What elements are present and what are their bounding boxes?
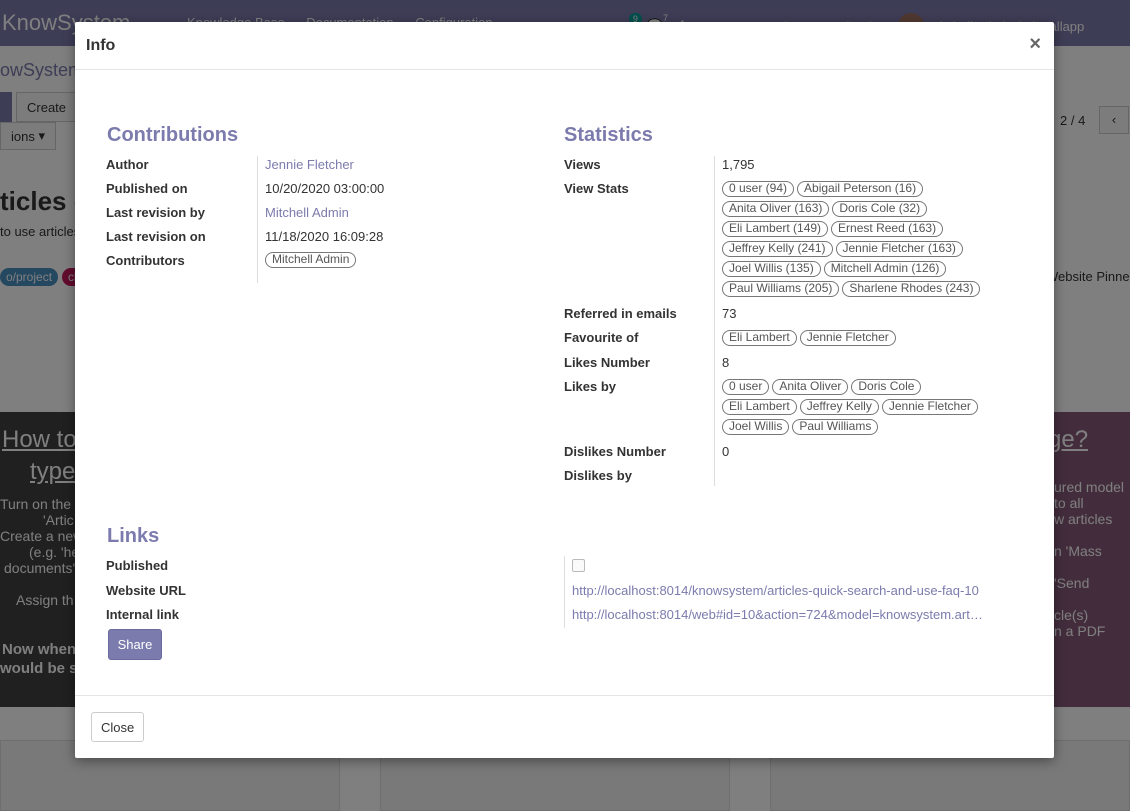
like-tag[interactable]: Anita Oliver bbox=[772, 379, 849, 395]
divider bbox=[714, 156, 715, 486]
view-stats-label: View Stats bbox=[564, 181, 629, 196]
published-on-label: Published on bbox=[106, 181, 188, 196]
last-revision-by-link[interactable]: Mitchell Admin bbox=[265, 205, 349, 220]
view-stats-tags: 0 user (94) Abigail Peterson (16) Anita … bbox=[722, 181, 992, 301]
published-on-value: 10/20/2020 03:00:00 bbox=[265, 181, 385, 196]
like-tag[interactable]: Eli Lambert bbox=[722, 399, 797, 415]
author-link[interactable]: Jennie Fletcher bbox=[265, 157, 354, 172]
referred-value: 73 bbox=[722, 306, 737, 321]
dialog-title: Info bbox=[86, 37, 116, 54]
dislikes-number-label: Dislikes Number bbox=[564, 444, 666, 459]
favourite-tag[interactable]: Eli Lambert bbox=[722, 330, 797, 346]
like-tag[interactable]: Joel Willis bbox=[722, 419, 790, 435]
close-button[interactable]: Close bbox=[91, 712, 145, 742]
links-heading: Links bbox=[107, 525, 160, 547]
published-label: Published bbox=[106, 558, 169, 573]
likes-number-label: Likes Number bbox=[564, 355, 650, 370]
dialog-footer: Close bbox=[75, 695, 1054, 758]
last-revision-on-label: Last revision on bbox=[106, 229, 206, 244]
statistics-heading: Statistics bbox=[564, 124, 653, 146]
website-url-label: Website URL bbox=[106, 583, 186, 598]
internal-link-label: Internal link bbox=[106, 607, 179, 622]
close-icon[interactable]: × bbox=[1029, 33, 1041, 56]
view-stat-tag[interactable]: Joel Willis (135) bbox=[722, 261, 821, 277]
like-tag[interactable]: Doris Cole bbox=[851, 379, 922, 395]
likes-number-value: 8 bbox=[722, 355, 730, 370]
contributors-label: Contributors bbox=[106, 253, 185, 268]
view-stat-tag[interactable]: Mitchell Admin (126) bbox=[823, 261, 947, 277]
info-dialog: Info × Contributions Author Jennie Fletc… bbox=[75, 22, 1054, 758]
last-revision-by-label: Last revision by bbox=[106, 205, 205, 220]
author-label: Author bbox=[106, 157, 149, 172]
view-stat-tag[interactable]: Abigail Peterson (16) bbox=[797, 181, 924, 197]
view-stat-tag[interactable]: Sharlene Rhodes (243) bbox=[842, 281, 981, 297]
website-url-link[interactable]: http://localhost:8014/knowsystem/article… bbox=[572, 583, 979, 598]
view-stat-tag[interactable]: 0 user (94) bbox=[722, 181, 795, 197]
dislikes-number-value: 0 bbox=[722, 444, 730, 459]
contributor-tag[interactable]: Mitchell Admin bbox=[265, 252, 357, 268]
dislikes-by-label: Dislikes by bbox=[564, 468, 632, 483]
favourite-tag[interactable]: Jennie Fletcher bbox=[799, 330, 896, 346]
referred-label: Referred in emails bbox=[564, 306, 677, 321]
published-checkbox[interactable] bbox=[572, 559, 585, 572]
likes-by-label: Likes by bbox=[564, 379, 617, 394]
view-stat-tag[interactable]: Jeffrey Kelly (241) bbox=[722, 241, 833, 257]
favourite-tags: Eli Lambert Jennie Fletcher bbox=[722, 330, 992, 350]
like-tag[interactable]: Paul Williams bbox=[792, 419, 879, 435]
view-stat-tag[interactable]: Paul Williams (205) bbox=[722, 281, 840, 297]
divider bbox=[257, 156, 258, 283]
views-value: 1,795 bbox=[722, 157, 755, 172]
internal-link[interactable]: http://localhost:8014/web#id=10&action=7… bbox=[572, 607, 983, 622]
view-stat-tag[interactable]: Anita Oliver (163) bbox=[722, 201, 830, 217]
divider bbox=[564, 556, 565, 628]
like-tag[interactable]: 0 user bbox=[722, 379, 770, 395]
share-button[interactable]: Share bbox=[108, 629, 162, 660]
view-stat-tag[interactable]: Jennie Fletcher (163) bbox=[835, 241, 963, 257]
like-tag[interactable]: Jeffrey Kelly bbox=[799, 399, 879, 415]
contributors-tags: Mitchell Admin bbox=[265, 252, 545, 272]
views-label: Views bbox=[564, 157, 601, 172]
like-tag[interactable]: Jennie Fletcher bbox=[881, 399, 978, 415]
view-stat-tag[interactable]: Doris Cole (32) bbox=[832, 201, 928, 217]
view-stat-tag[interactable]: Ernest Reed (163) bbox=[831, 221, 944, 237]
dialog-header: Info × bbox=[75, 22, 1054, 70]
favourite-label: Favourite of bbox=[564, 330, 639, 345]
contributions-heading: Contributions bbox=[107, 124, 239, 146]
likes-by-tags: 0 user Anita Oliver Doris Cole Eli Lambe… bbox=[722, 379, 992, 439]
view-stat-tag[interactable]: Eli Lambert (149) bbox=[722, 221, 829, 237]
last-revision-on-value: 11/18/2020 16:09:28 bbox=[265, 229, 384, 244]
